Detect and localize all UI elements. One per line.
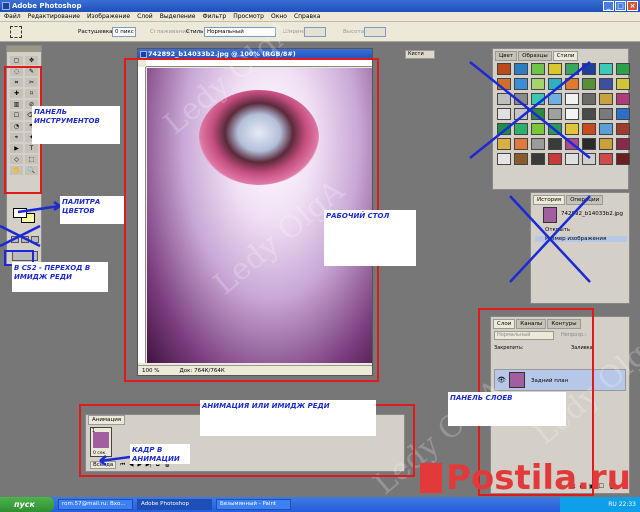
annotation-imageready: В CS2 - ПЕРЕХОД В ИМИДЖ РЕДИ: [12, 262, 108, 292]
taskbar-item-mail[interactable]: rom.57@mail.ru: Вхо...: [58, 499, 133, 510]
system-tray: RU 22:33: [560, 497, 640, 512]
annotation-toolbox: ПАНЕЛЬ ИНСТРУМЕНТОВ: [32, 106, 120, 144]
annotation-layers: ПАНЕЛЬ СЛОЕВ: [448, 392, 566, 426]
annotation-color-palette: ПАЛИТРА ЦВЕТОВ: [60, 196, 124, 224]
windows-taskbar: пуск rom.57@mail.ru: Вхо... Adobe Photos…: [0, 497, 640, 512]
postila-logo: Postila.ru: [420, 458, 631, 498]
taskbar-item-photoshop[interactable]: Adobe Photoshop: [137, 499, 212, 510]
annotation-workspace: РАБОЧИЙ СТОЛ: [324, 210, 416, 266]
annotation-animation: АНИМАЦИЯ ИЛИ ИМИДЖ РЕДИ: [200, 400, 376, 436]
annotation-frame: КАДР В АНИМАЦИИ: [130, 444, 190, 464]
postila-logo-text: Postila.ru: [446, 458, 631, 498]
start-button[interactable]: пуск: [0, 497, 54, 512]
taskbar-item-paint[interactable]: Безымянный - Paint: [216, 499, 291, 510]
postila-logo-mark-icon: [420, 463, 442, 493]
